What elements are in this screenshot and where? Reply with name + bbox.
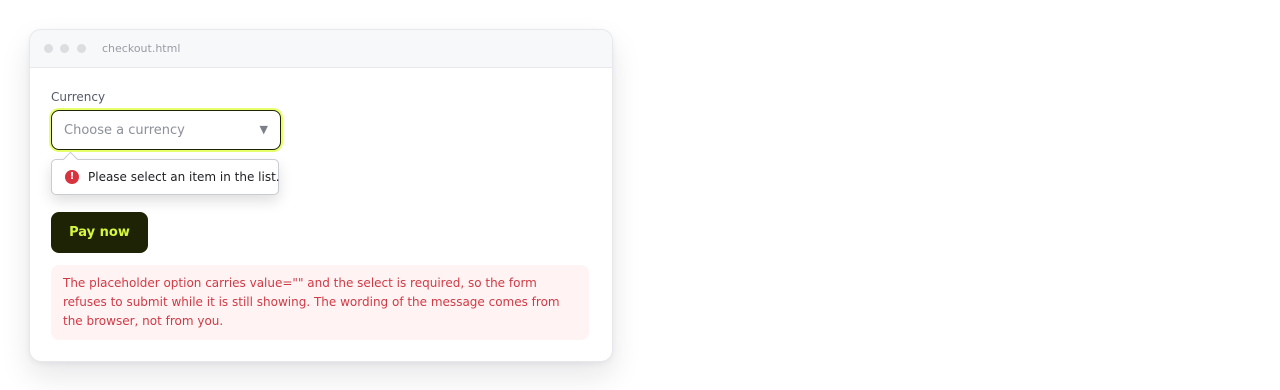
chevron-down-icon: ▼ [259, 123, 268, 136]
browser-window: checkout.html Currency Choose a currency… [29, 29, 613, 362]
validation-message: Please select an item in the list. [88, 170, 280, 184]
currency-label: Currency [51, 90, 106, 104]
currency-select-placeholder: Choose a currency [64, 123, 185, 138]
window-dot-maximize[interactable] [77, 44, 86, 53]
error-icon: ! [65, 170, 79, 184]
pay-now-button[interactable]: Pay now [51, 212, 148, 253]
window-dot-minimize[interactable] [60, 44, 69, 53]
currency-select[interactable]: Choose a currency ▼ [51, 110, 281, 150]
window-title: checkout.html [102, 42, 181, 55]
window-dot-close[interactable] [44, 44, 53, 53]
validation-tooltip: ! Please select an item in the list. [51, 151, 280, 195]
tooltip-pointer [62, 151, 79, 168]
info-note: The placeholder option carries value="" … [51, 265, 589, 340]
window-titlebar: checkout.html [30, 30, 612, 68]
